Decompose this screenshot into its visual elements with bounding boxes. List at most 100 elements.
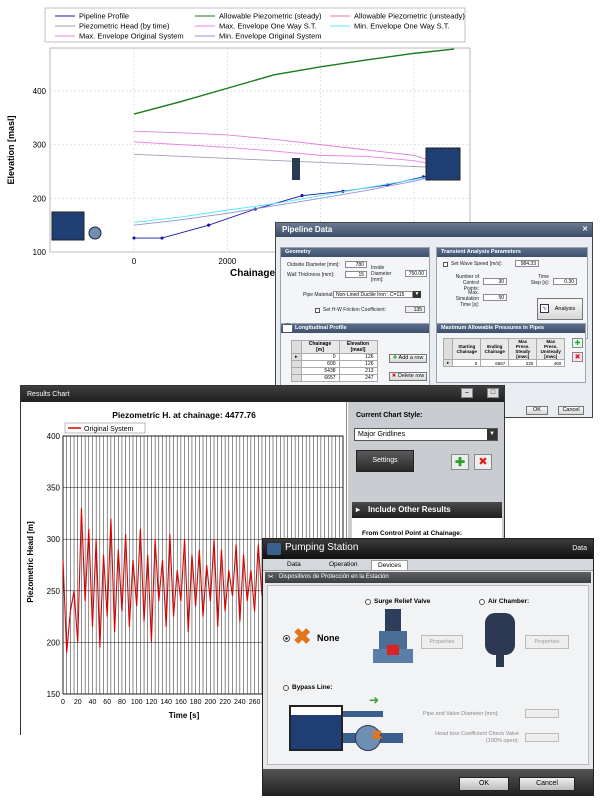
x-tick-label: 140 <box>160 699 172 706</box>
wave-speed-checkbox[interactable] <box>443 262 448 267</box>
add-icon[interactable]: ✚ <box>572 338 583 348</box>
legend-label: Min. Envelope Original System <box>219 32 322 41</box>
table-cell[interactable]: 247 <box>338 374 378 382</box>
bypass-radio[interactable] <box>283 685 289 691</box>
pipeline-data-titlebar[interactable]: Pipeline Data ✕ <box>276 223 592 237</box>
chart-style-select[interactable]: Major Gridlines ▼ <box>354 428 498 441</box>
pumping-station-title: Pumping Station <box>285 542 359 553</box>
results-chart-heading: Piezometric H. at chainage: 4477.76 <box>112 410 256 420</box>
row-header <box>291 360 302 368</box>
x-tick-label: 220 <box>219 699 231 706</box>
bypass-label: Bypass Line: <box>292 684 333 691</box>
maximize-icon[interactable]: □ <box>487 388 499 398</box>
pressure-table[interactable]: Starting Chainage Ending Chainage Max Pres… <box>442 338 566 367</box>
profile-table[interactable]: Chainage [m] Elevation [masl] ▸ 0 126 600 126 5… <box>291 340 378 382</box>
pipe-material-label: Pipe Material: <box>303 292 334 298</box>
friction-input[interactable]: 135 <box>405 306 425 313</box>
pipe-valve-label: Pipe and Valve Diameter [mm]: <box>423 711 499 717</box>
table-cell[interactable]: 600 <box>300 360 340 368</box>
results-chart-titlebar[interactable]: Results Chart <box>21 386 504 402</box>
column-header: Ending Chainage <box>480 338 510 360</box>
table-cell[interactable]: 126 <box>338 360 378 368</box>
y-tick-label: 350 <box>47 484 61 493</box>
tab-operation[interactable]: Operation <box>323 560 364 569</box>
table-cell[interactable]: 6657 <box>300 374 340 382</box>
y-tick-label: 400 <box>33 87 47 96</box>
table-cell[interactable]: 0 <box>300 353 340 361</box>
pipe-material-select[interactable]: Non-Lined Ductile Iron : C=115 <box>333 291 413 298</box>
legend-label: Max. Envelope One Way S.T. <box>219 22 317 31</box>
surge-radio[interactable] <box>365 599 371 605</box>
table-cell[interactable]: 6657 <box>480 359 510 367</box>
pumping-station-window: Pumping Station Data Data Operation Device… <box>262 538 594 796</box>
outside-diameter-input[interactable]: 780 <box>345 261 367 268</box>
table-cell[interactable]: 460 <box>536 359 566 367</box>
wall-thickness-label: Wall Thickness [mm]: <box>287 272 335 278</box>
x-tick-label: 180 <box>190 699 202 706</box>
max-sim-input[interactable]: 50 <box>483 294 507 301</box>
table-cell[interactable]: 0 <box>452 359 482 367</box>
max-pressures-panel: Maximum Allowable Pressures in Pipes Sta… <box>436 323 586 383</box>
profile-point <box>207 223 211 227</box>
y-axis-label: Elevation [masl] <box>6 115 16 184</box>
pumping-station-titlebar[interactable]: Pumping Station Data <box>263 539 593 559</box>
tab-data[interactable]: Data <box>281 560 307 569</box>
chart-icon: ∿ <box>540 304 549 313</box>
x-tick-label: 40 <box>89 699 97 706</box>
minimize-icon[interactable]: – <box>461 388 473 398</box>
wave-speed-input[interactable]: 984.33 <box>515 260 539 267</box>
time-step-label: Time Step [s]: <box>530 274 549 286</box>
table-cell[interactable]: 213 <box>338 367 378 375</box>
column-header: Max Press. Steady [mwc] <box>508 338 538 360</box>
air-radio[interactable] <box>479 599 485 605</box>
table-row[interactable]: ▸ 0 6657 230 460 <box>442 359 566 367</box>
chevron-down-icon[interactable]: ▼ <box>413 291 421 298</box>
profile-point <box>132 236 136 240</box>
delete-icon[interactable]: ✖ <box>474 454 492 470</box>
none-label: None <box>317 633 340 643</box>
max-sim-label: Max. Simulation Time [s]: <box>455 290 479 308</box>
table-row[interactable]: 600 126 <box>291 360 378 368</box>
table-row[interactable]: 5438 213 <box>291 367 378 375</box>
y-tick-label: 300 <box>47 535 61 544</box>
head-loss-input <box>525 733 559 742</box>
ok-button[interactable]: OK <box>459 777 509 791</box>
table-row[interactable]: ▸ 0 126 <box>291 353 378 361</box>
y-axis-label: Piezometric Head [m] <box>26 521 35 603</box>
add-icon[interactable]: ✚ <box>451 454 469 470</box>
collapse-icon[interactable]: ▸ <box>356 502 360 518</box>
table-cell[interactable]: 230 <box>508 359 538 367</box>
y-tick-label: 150 <box>47 690 61 699</box>
control-points-input[interactable]: 30 <box>483 278 507 285</box>
friction-checkbox[interactable] <box>315 308 320 313</box>
include-other-header: ▸ Include Other Results <box>352 502 502 518</box>
time-step-input[interactable]: 0.30 <box>553 278 577 285</box>
wall-thickness-input[interactable]: 15 <box>345 271 367 278</box>
tools-icon: ✂ <box>268 574 274 581</box>
include-other-title: Include Other Results <box>368 505 451 514</box>
tab-devices[interactable]: Devices <box>371 560 409 570</box>
delete-row-button[interactable]: ✖ Delete row <box>389 372 427 381</box>
close-icon[interactable]: ✕ <box>582 223 588 237</box>
x-tick-label: 0 <box>132 257 137 266</box>
x-tick-label: 0 <box>61 699 65 706</box>
wave-speed-label: Set Wave Speed [m/s]: <box>451 261 502 267</box>
chevron-down-icon: ▼ <box>487 429 497 440</box>
table-row[interactable]: 6657 247 <box>291 374 378 382</box>
table-cell[interactable]: 5438 <box>300 367 340 375</box>
settings-button[interactable]: Settings <box>356 450 414 472</box>
delete-icon[interactable]: ✖ <box>572 352 583 362</box>
x-tick-label: 160 <box>175 699 187 706</box>
table-cell[interactable]: 126 <box>338 353 378 361</box>
analysis-profile-button[interactable]: ∿ Analysis Profile <box>537 298 583 332</box>
ok-button[interactable]: OK <box>526 406 548 415</box>
protection-section-title: Dispositivos de Protección en la Estació… <box>279 574 389 580</box>
x-tick-label: 60 <box>103 699 111 706</box>
cancel-button[interactable]: Cancel <box>519 777 575 791</box>
cancel-button[interactable]: Cancel <box>558 406 584 415</box>
air-chamber-icon <box>485 609 515 669</box>
none-radio[interactable] <box>283 635 290 642</box>
x-tick-label: 120 <box>146 699 158 706</box>
add-row-button[interactable]: ✚ Add a row <box>389 354 427 363</box>
y-tick-label: 300 <box>33 141 47 150</box>
